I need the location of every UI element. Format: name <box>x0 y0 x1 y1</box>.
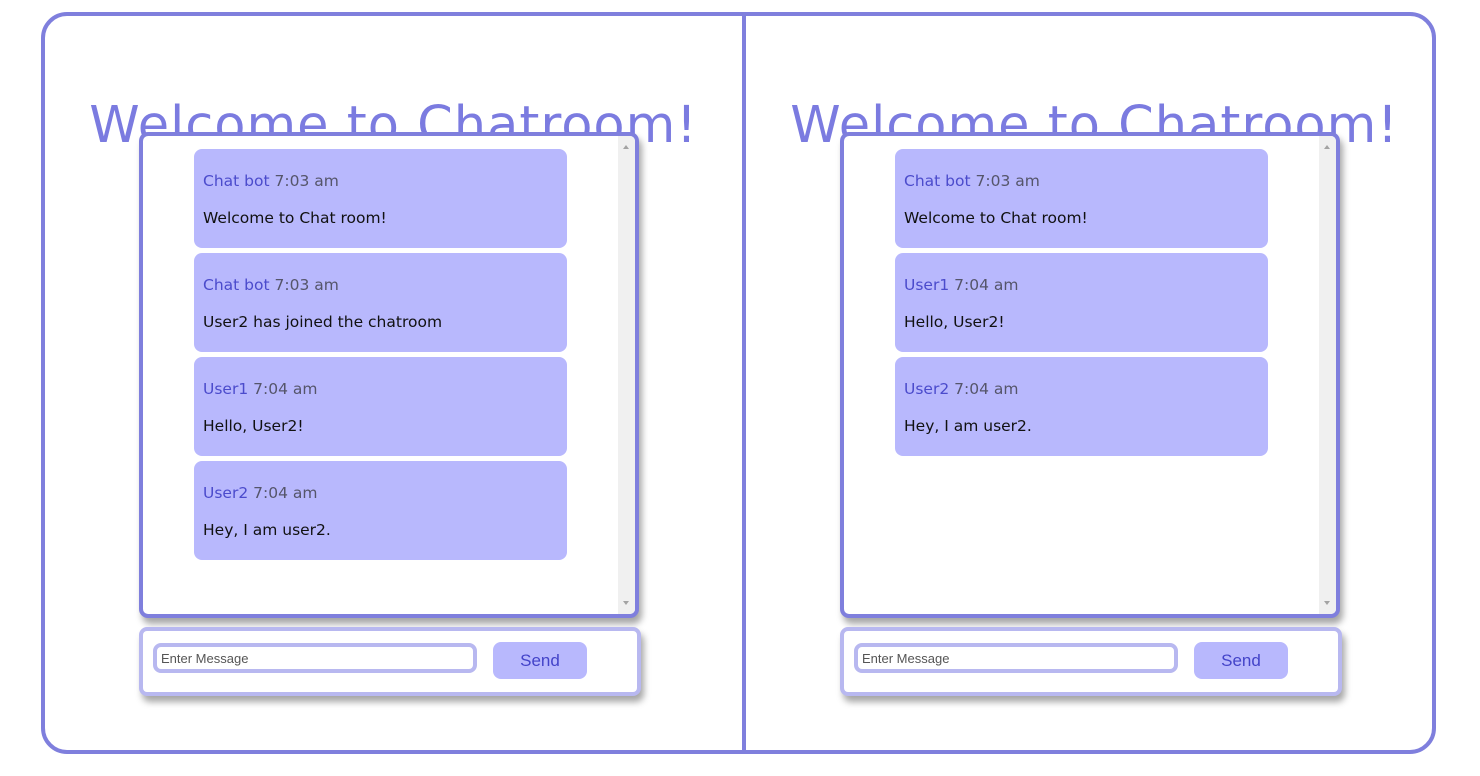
app-frame: Welcome to Chatroom! Chat bot 7:03 am We… <box>41 12 1436 754</box>
message-text: Welcome to Chat room! <box>904 209 1088 227</box>
send-button[interactable]: Send <box>1194 642 1288 679</box>
scroll-up-arrow-icon[interactable] <box>1324 145 1330 149</box>
message-meta: User2 7:04 am <box>203 483 317 503</box>
message-bubble: User1 7:04 am Hello, User2! <box>895 253 1268 352</box>
message-text: Hello, User2! <box>904 313 1005 331</box>
message-text: User2 has joined the chatroom <box>203 313 443 331</box>
message-text: Welcome to Chat room! <box>203 209 387 227</box>
message-time: 7:04 am <box>954 380 1019 398</box>
chat-messages-box[interactable]: Chat bot 7:03 am Welcome to Chat room! C… <box>139 132 639 618</box>
message-time: 7:03 am <box>975 172 1040 190</box>
send-button[interactable]: Send <box>493 642 587 679</box>
message-compose-bar: Send <box>139 627 641 696</box>
chat-messages-box[interactable]: Chat bot 7:03 am Welcome to Chat room! U… <box>840 132 1340 618</box>
message-list: Chat bot 7:03 am Welcome to Chat room! U… <box>895 149 1268 461</box>
message-time: 7:03 am <box>274 172 339 190</box>
message-username: Chat bot <box>203 276 270 294</box>
scroll-down-arrow-icon[interactable] <box>1324 601 1330 605</box>
message-time: 7:04 am <box>253 484 318 502</box>
vertical-scrollbar[interactable] <box>618 136 635 614</box>
message-bubble: Chat bot 7:03 am Welcome to Chat room! <box>194 149 567 248</box>
message-meta: User1 7:04 am <box>904 275 1018 295</box>
message-meta: Chat bot 7:03 am <box>904 171 1040 191</box>
message-time: 7:04 am <box>954 276 1019 294</box>
message-input[interactable] <box>854 643 1178 673</box>
message-bubble: User2 7:04 am Hey, I am user2. <box>194 461 567 560</box>
vertical-scrollbar[interactable] <box>1319 136 1336 614</box>
message-list: Chat bot 7:03 am Welcome to Chat room! C… <box>194 149 567 565</box>
message-text: Hey, I am user2. <box>203 521 331 539</box>
chat-pane-user1: Welcome to Chatroom! Chat bot 7:03 am We… <box>746 16 1432 750</box>
message-username: User2 <box>904 380 950 398</box>
message-bubble: User2 7:04 am Hey, I am user2. <box>895 357 1268 456</box>
message-username: User1 <box>904 276 950 294</box>
message-bubble: User1 7:04 am Hello, User2! <box>194 357 567 456</box>
message-username: Chat bot <box>203 172 270 190</box>
message-compose-bar: Send <box>840 627 1342 696</box>
message-meta: User2 7:04 am <box>904 379 1018 399</box>
chat-pane-user2: Welcome to Chatroom! Chat bot 7:03 am We… <box>45 16 742 750</box>
message-meta: Chat bot 7:03 am <box>203 275 339 295</box>
message-username: User1 <box>203 380 249 398</box>
message-text: Hello, User2! <box>203 417 304 435</box>
message-input[interactable] <box>153 643 477 673</box>
message-text: Hey, I am user2. <box>904 417 1032 435</box>
message-time: 7:03 am <box>274 276 339 294</box>
message-meta: Chat bot 7:03 am <box>203 171 339 191</box>
message-username: User2 <box>203 484 249 502</box>
message-meta: User1 7:04 am <box>203 379 317 399</box>
message-time: 7:04 am <box>253 380 318 398</box>
scroll-down-arrow-icon[interactable] <box>623 601 629 605</box>
message-bubble: Chat bot 7:03 am Welcome to Chat room! <box>895 149 1268 248</box>
message-username: Chat bot <box>904 172 971 190</box>
scroll-up-arrow-icon[interactable] <box>623 145 629 149</box>
message-bubble: Chat bot 7:03 am User2 has joined the ch… <box>194 253 567 352</box>
